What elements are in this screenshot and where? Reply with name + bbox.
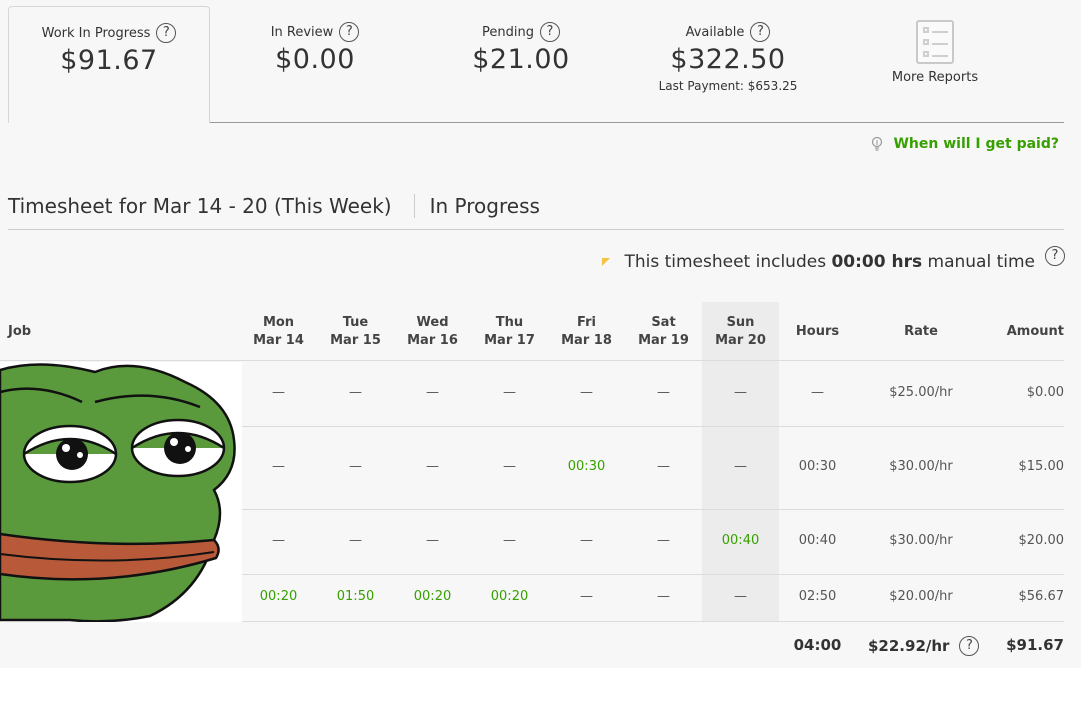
- day-cell: —: [657, 385, 670, 400]
- frog-meme-image: [0, 362, 242, 622]
- hours-cell: 02:50: [798, 589, 837, 604]
- col-mon: Mon Mar 14: [253, 315, 304, 348]
- rate-cell: $30.00/hr: [889, 459, 953, 474]
- rate-cell: $30.00/hr: [889, 533, 953, 548]
- tabs-divider: [209, 122, 1064, 123]
- amount-cell: $20.00: [1018, 533, 1065, 548]
- help-icon[interactable]: ?: [750, 22, 771, 42]
- day-cell: —: [580, 589, 593, 604]
- in-review-amount: $0.00: [275, 44, 355, 75]
- day-cell: —: [657, 533, 670, 548]
- tab-work-in-progress[interactable]: Work In Progress? $91.67: [8, 6, 210, 123]
- help-icon[interactable]: ?: [539, 22, 560, 42]
- report-icon: [916, 20, 954, 64]
- hours-cell: —: [811, 385, 824, 400]
- earnings-page: Work In Progress? $91.67 In Review? $0.0…: [0, 0, 1081, 668]
- day-cell: —: [349, 533, 362, 548]
- more-reports-label: More Reports: [891, 70, 979, 85]
- total-amount: $91.67: [1006, 636, 1064, 654]
- rate-cell: $20.00/hr: [889, 589, 953, 604]
- col-sun: Sun Mar 20: [715, 315, 766, 348]
- manual-flag-icon: [602, 258, 611, 266]
- day-cell: 00:20: [259, 589, 298, 604]
- tab-label: In Review: [270, 24, 334, 40]
- when-paid-link[interactable]: When will I get paid?: [871, 136, 1059, 152]
- day-cell: —: [426, 533, 439, 548]
- col-sat: Sat Mar 19: [638, 315, 689, 348]
- day-cell: —: [426, 385, 439, 400]
- day-cell: —: [657, 589, 670, 604]
- timesheet-header: Timesheet for Mar 14 - 20 (This Week) In…: [8, 194, 540, 218]
- day-cell: —: [580, 385, 593, 400]
- col-thu: Thu Mar 17: [484, 315, 535, 348]
- day-cell: —: [272, 533, 285, 548]
- day-cell: —: [657, 459, 670, 474]
- tab-available[interactable]: Available? $322.50 Last Payment: $653.25: [628, 6, 828, 123]
- day-cell: —: [272, 459, 285, 474]
- rate-cell: $25.00/hr: [889, 385, 953, 400]
- job-header: Job: [8, 324, 32, 339]
- help-icon[interactable]: ?: [339, 22, 360, 42]
- day-cell: —: [349, 385, 362, 400]
- day-cell: —: [272, 385, 285, 400]
- tab-in-review[interactable]: In Review? $0.00: [215, 6, 415, 123]
- title-separator: [413, 194, 415, 218]
- col-tue: Tue Mar 15: [330, 315, 381, 348]
- manual-value: 00:00 hrs: [831, 252, 923, 272]
- manual-suffix: manual time: [927, 252, 1035, 272]
- tab-label: Pending: [482, 24, 534, 40]
- day-cell: 01:50: [336, 589, 375, 604]
- timesheet-status: In Progress: [429, 194, 540, 218]
- help-icon[interactable]: ?: [959, 636, 980, 656]
- day-cell: —: [503, 385, 516, 400]
- hours-cell: 00:30: [798, 459, 837, 474]
- day-cell: 00:20: [413, 589, 452, 604]
- day-cell: —: [734, 589, 747, 604]
- amount-header: Amount: [1006, 324, 1064, 339]
- day-cell: —: [349, 459, 362, 474]
- day-cell: 00:30: [567, 459, 606, 474]
- row-divider: [0, 360, 1064, 361]
- amount-cell: $56.67: [1018, 589, 1065, 604]
- tab-label: Available: [685, 24, 745, 40]
- day-cell: 00:20: [490, 589, 529, 604]
- available-amount: $322.50: [670, 44, 786, 75]
- manual-time-note: This timesheet includes 00:00 hrs manual…: [602, 246, 1065, 272]
- pending-amount: $21.00: [472, 44, 570, 75]
- when-paid-label: When will I get paid?: [893, 136, 1059, 152]
- help-icon[interactable]: ?: [156, 23, 177, 43]
- last-payment: Last Payment: $653.25: [658, 79, 798, 93]
- timesheet-title: Timesheet for Mar 14 - 20 (This Week): [8, 194, 392, 218]
- day-cell: —: [580, 533, 593, 548]
- help-icon[interactable]: ?: [1045, 246, 1065, 266]
- hours-header: Hours: [795, 324, 840, 339]
- lightbulb-icon: [872, 136, 883, 151]
- day-cell: —: [734, 459, 747, 474]
- day-cell: —: [503, 533, 516, 548]
- work-in-progress-amount: $91.67: [60, 45, 158, 76]
- col-fri: Fri Mar 18: [561, 315, 612, 348]
- timesheet-divider: [8, 229, 1064, 230]
- day-cell: —: [426, 459, 439, 474]
- day-cell: 00:40: [721, 533, 760, 548]
- total-hours: 04:00: [793, 636, 842, 654]
- rate-header: Rate: [904, 324, 938, 339]
- col-wed: Wed Mar 16: [407, 315, 458, 348]
- day-cell: —: [734, 385, 747, 400]
- amount-cell: $0.00: [1026, 385, 1064, 400]
- manual-prefix: This timesheet includes: [624, 252, 827, 272]
- day-cell: —: [503, 459, 516, 474]
- total-rate-group: $22.92/hr ?: [868, 636, 980, 656]
- tab-label: Work In Progress: [41, 25, 151, 41]
- tab-pending[interactable]: Pending? $21.00: [421, 6, 621, 123]
- more-reports-button[interactable]: More Reports: [835, 6, 1035, 123]
- amount-cell: $15.00: [1018, 459, 1065, 474]
- hours-cell: 00:40: [798, 533, 837, 548]
- total-rate: $22.92/hr: [868, 637, 950, 655]
